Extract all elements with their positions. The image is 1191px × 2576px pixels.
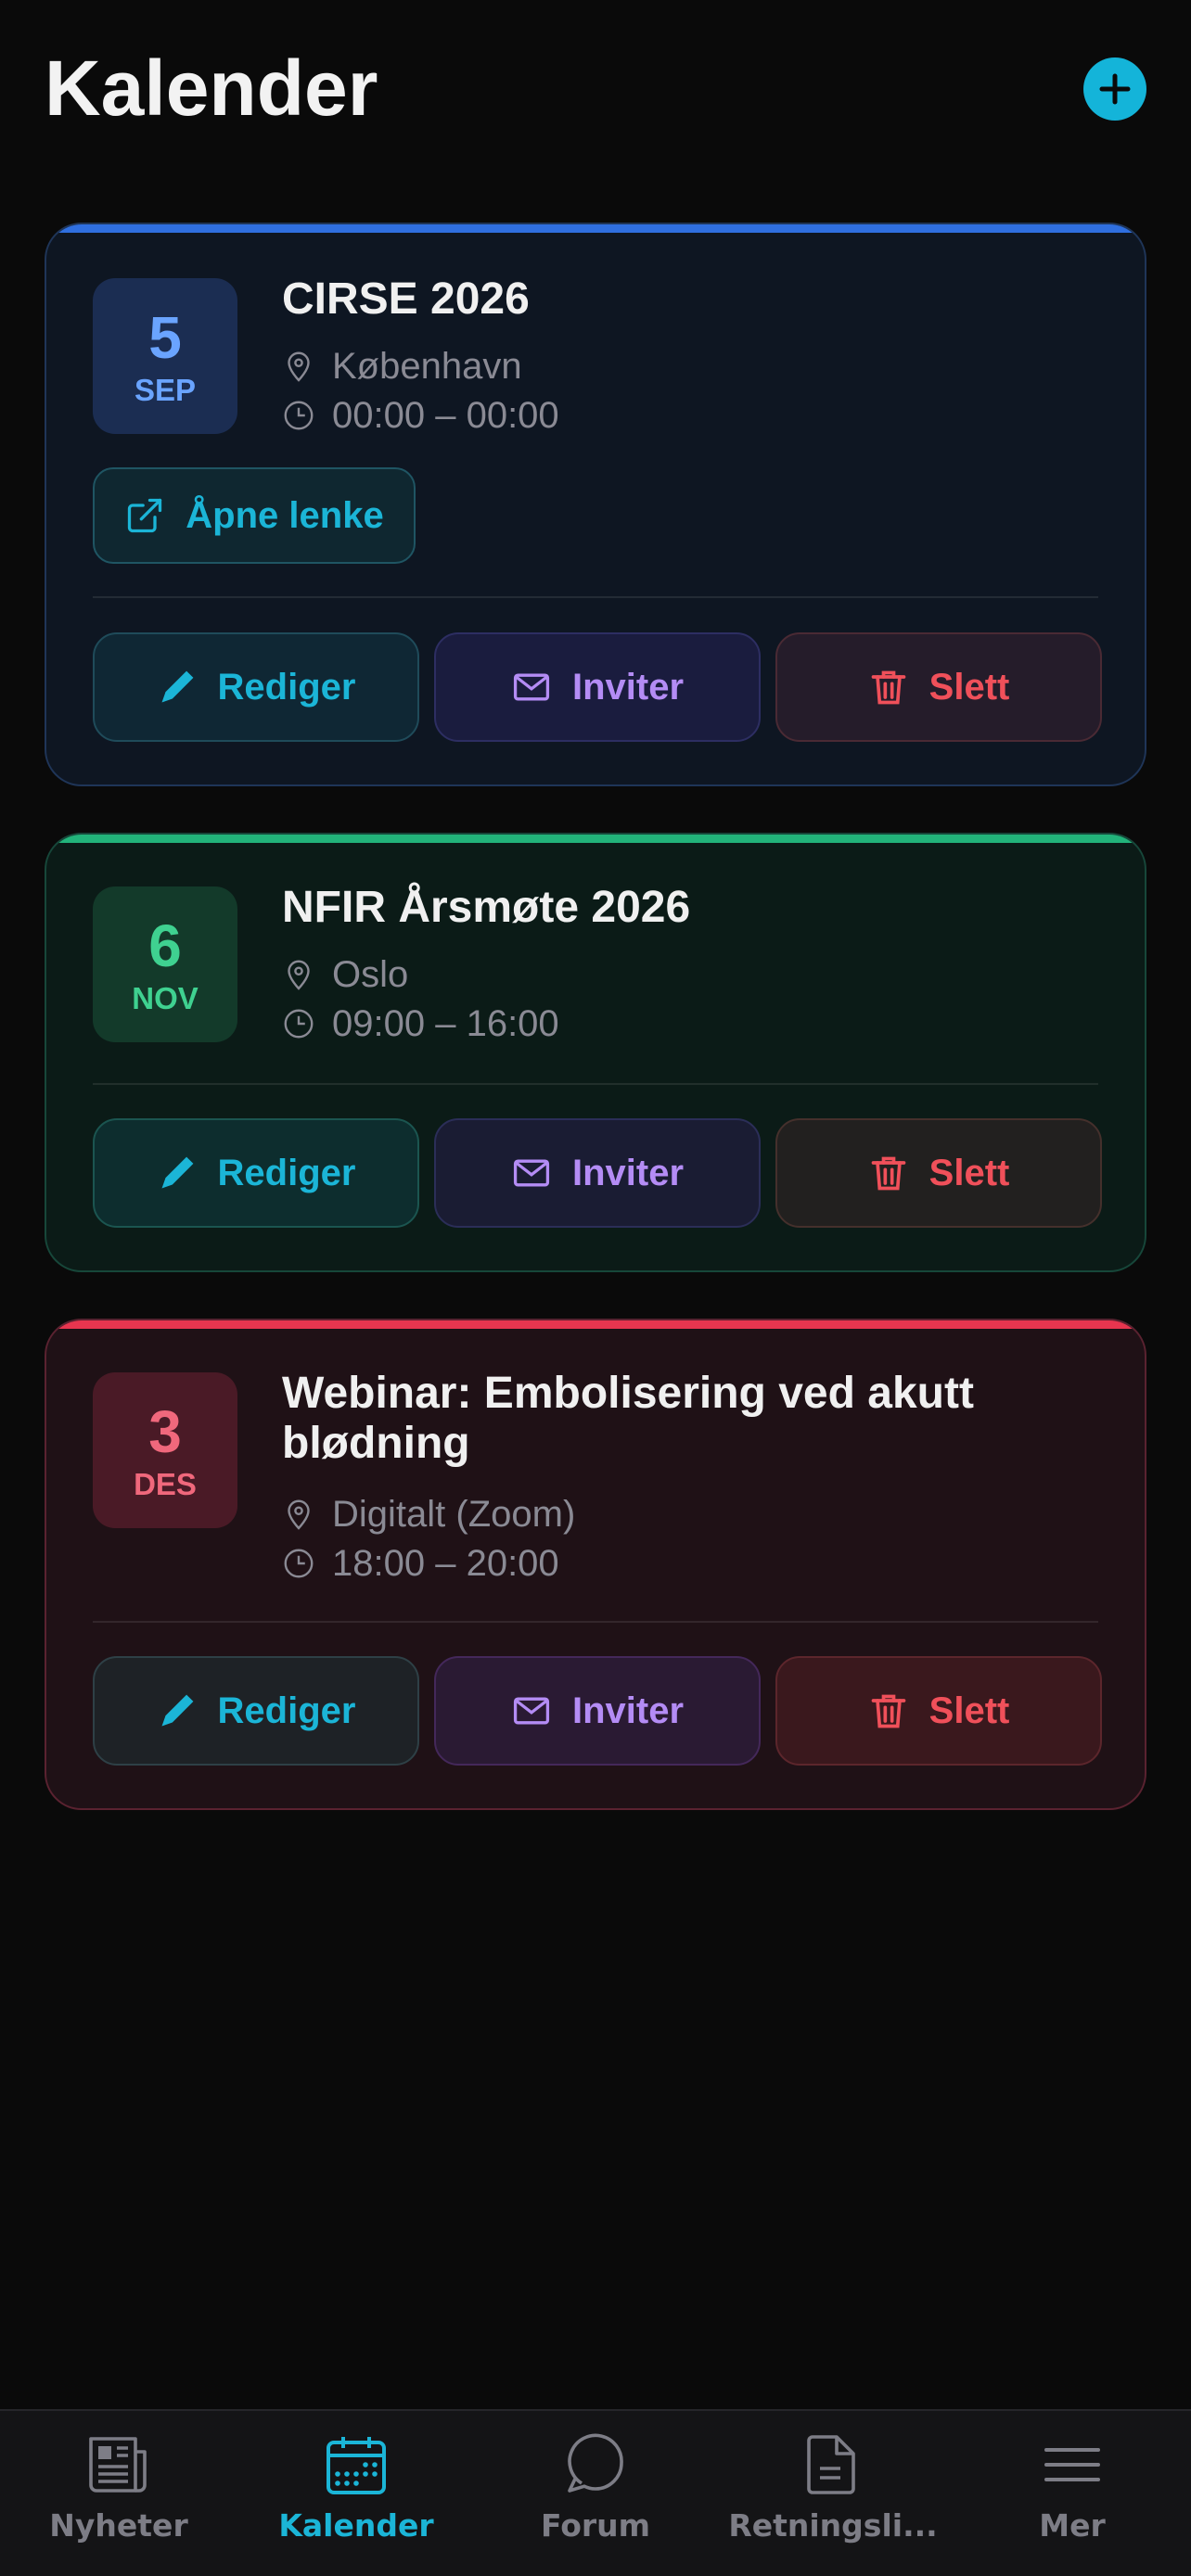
- event-card: 3 DES Webinar: Embolisering ved akutt bl…: [45, 1319, 1146, 1810]
- divider: [93, 596, 1098, 598]
- trash-icon: [871, 1694, 905, 1728]
- delete-label: Slett: [928, 666, 1010, 708]
- invite-button[interactable]: Inviter: [434, 632, 761, 742]
- invite-label: Inviter: [571, 1690, 685, 1731]
- event-time: 09:00 – 16:00: [282, 1001, 559, 1047]
- page-title: Kalender: [45, 45, 378, 132]
- tab-label: Nyheter: [49, 2507, 188, 2544]
- delete-label: Slett: [928, 1152, 1010, 1193]
- envelope-icon: [513, 1697, 550, 1725]
- event-time-text: 00:00 – 00:00: [332, 394, 559, 436]
- event-accent-bar: [46, 1320, 1145, 1329]
- tab-label: Forum: [540, 2507, 651, 2544]
- event-month: NOV: [132, 981, 198, 1015]
- open-link-button[interactable]: Åpne lenke: [93, 467, 416, 564]
- edit-button[interactable]: Rediger: [93, 1656, 419, 1766]
- event-day: 3: [148, 1398, 182, 1465]
- event-location-text: Digitalt (Zoom): [332, 1493, 576, 1535]
- event-accent-bar: [46, 835, 1145, 843]
- plus-icon: [1099, 73, 1131, 105]
- edit-button[interactable]: Rediger: [93, 632, 419, 742]
- invite-button[interactable]: Inviter: [434, 1118, 761, 1228]
- event-accent-bar: [46, 224, 1145, 233]
- event-date-badge: 3 DES: [93, 1372, 237, 1528]
- event-title: CIRSE 2026: [282, 274, 530, 324]
- event-time-text: 09:00 – 16:00: [332, 1002, 559, 1044]
- event-month: SEP: [134, 373, 197, 407]
- document-icon: [807, 2435, 855, 2494]
- location-pin-icon: [288, 960, 310, 990]
- tab-label: Retningsli...: [728, 2507, 938, 2544]
- tab-retningslinjer[interactable]: Retningsli...: [714, 2433, 952, 2544]
- tab-forum[interactable]: Forum: [477, 2433, 714, 2544]
- add-event-button[interactable]: [1083, 57, 1146, 121]
- pencil-icon: [161, 1156, 193, 1189]
- location-pin-icon: [288, 1499, 310, 1530]
- tab-label: Mer: [1039, 2507, 1106, 2544]
- edit-button[interactable]: Rediger: [93, 1118, 419, 1228]
- chat-bubble-icon: [568, 2433, 623, 2493]
- event-location: Digitalt (Zoom): [282, 1491, 575, 1537]
- clock-icon: [284, 1009, 314, 1039]
- tab-mer[interactable]: Mer: [954, 2433, 1191, 2544]
- event-location: Oslo: [282, 951, 408, 998]
- external-link-icon: [128, 498, 162, 533]
- event-title: Webinar: Embolisering ved akutt blødning: [282, 1369, 974, 1468]
- event-time: 18:00 – 20:00: [282, 1540, 559, 1587]
- envelope-icon: [513, 1159, 550, 1187]
- tab-kalender[interactable]: Kalender: [237, 2433, 475, 2544]
- invite-label: Inviter: [571, 1152, 685, 1193]
- event-location-text: Oslo: [332, 953, 409, 995]
- pencil-icon: [161, 670, 193, 703]
- edit-label: Rediger: [217, 1690, 356, 1731]
- tab-label: Kalender: [278, 2507, 434, 2544]
- clock-icon: [284, 401, 314, 430]
- invite-label: Inviter: [571, 666, 685, 708]
- header: Kalender: [45, 37, 1146, 139]
- calendar-icon: [327, 2437, 386, 2494]
- event-location-text: København: [332, 345, 522, 387]
- divider: [93, 1083, 1098, 1085]
- event-time: 00:00 – 00:00: [282, 392, 559, 439]
- delete-button[interactable]: Slett: [775, 1656, 1102, 1766]
- event-day: 6: [148, 912, 182, 979]
- event-location: København: [282, 343, 522, 389]
- tab-nyheter[interactable]: Nyheter: [0, 2433, 237, 2544]
- event-time-text: 18:00 – 20:00: [332, 1542, 559, 1584]
- edit-label: Rediger: [217, 1152, 356, 1193]
- bottom-tab-bar: Nyheter Kalender Forum Retningsli... Mer: [0, 2409, 1191, 2576]
- delete-button[interactable]: Slett: [775, 632, 1102, 742]
- event-date-badge: 6 NOV: [93, 886, 237, 1042]
- event-card: 6 NOV NFIR Årsmøte 2026 Oslo 09:00 – 16:…: [45, 833, 1146, 1272]
- event-card: 5 SEP CIRSE 2026 København 00:00 – 00:00…: [45, 223, 1146, 786]
- pencil-icon: [161, 1694, 193, 1727]
- clock-icon: [284, 1549, 314, 1578]
- envelope-icon: [513, 673, 550, 701]
- delete-button[interactable]: Slett: [775, 1118, 1102, 1228]
- edit-label: Rediger: [217, 666, 356, 708]
- newspaper-icon: [89, 2437, 147, 2493]
- trash-icon: [871, 670, 905, 705]
- trash-icon: [871, 1156, 905, 1191]
- delete-label: Slett: [928, 1690, 1010, 1731]
- divider: [93, 1621, 1098, 1623]
- event-month: DES: [134, 1467, 197, 1501]
- menu-icon: [1044, 2448, 1100, 2481]
- event-day: 5: [148, 304, 182, 371]
- location-pin-icon: [288, 351, 310, 382]
- open-link-label: Åpne lenke: [186, 494, 384, 536]
- invite-button[interactable]: Inviter: [434, 1656, 761, 1766]
- event-title: NFIR Årsmøte 2026: [282, 883, 691, 932]
- event-date-badge: 5 SEP: [93, 278, 237, 434]
